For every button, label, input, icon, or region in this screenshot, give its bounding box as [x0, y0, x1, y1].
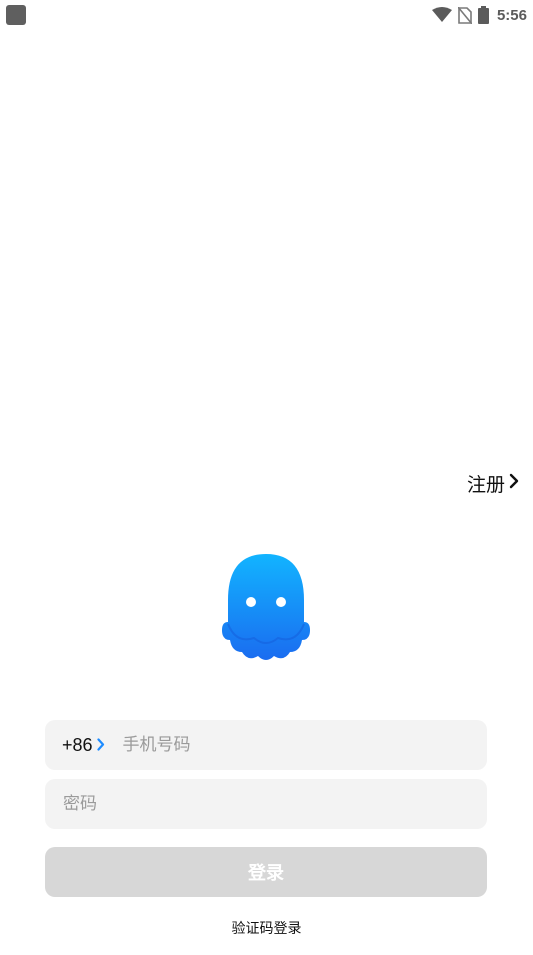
no-sim-icon	[457, 6, 472, 24]
login-button[interactable]: 登录	[45, 847, 487, 897]
phone-field: +86	[45, 720, 487, 770]
phone-number-input[interactable]	[122, 720, 443, 770]
country-code-selector[interactable]: +86	[45, 720, 105, 770]
country-code: +86	[62, 734, 93, 755]
sms-code-login-link[interactable]: 验证码登录	[0, 918, 533, 938]
battery-icon	[477, 6, 489, 24]
status-time: 5:56	[496, 6, 527, 24]
status-bar: 5:56	[0, 0, 533, 30]
register-link[interactable]: 注册	[467, 470, 519, 496]
register-label: 注册	[466, 473, 505, 496]
wifi-icon	[431, 7, 452, 23]
chevron-right-icon	[96, 736, 105, 755]
password-input[interactable]	[63, 779, 463, 829]
chevron-right-icon	[509, 473, 519, 493]
app-indicator-icon	[6, 5, 26, 25]
octopus-logo-icon	[214, 552, 318, 664]
password-field	[45, 779, 487, 829]
status-icons: 5:56	[431, 3, 527, 27]
